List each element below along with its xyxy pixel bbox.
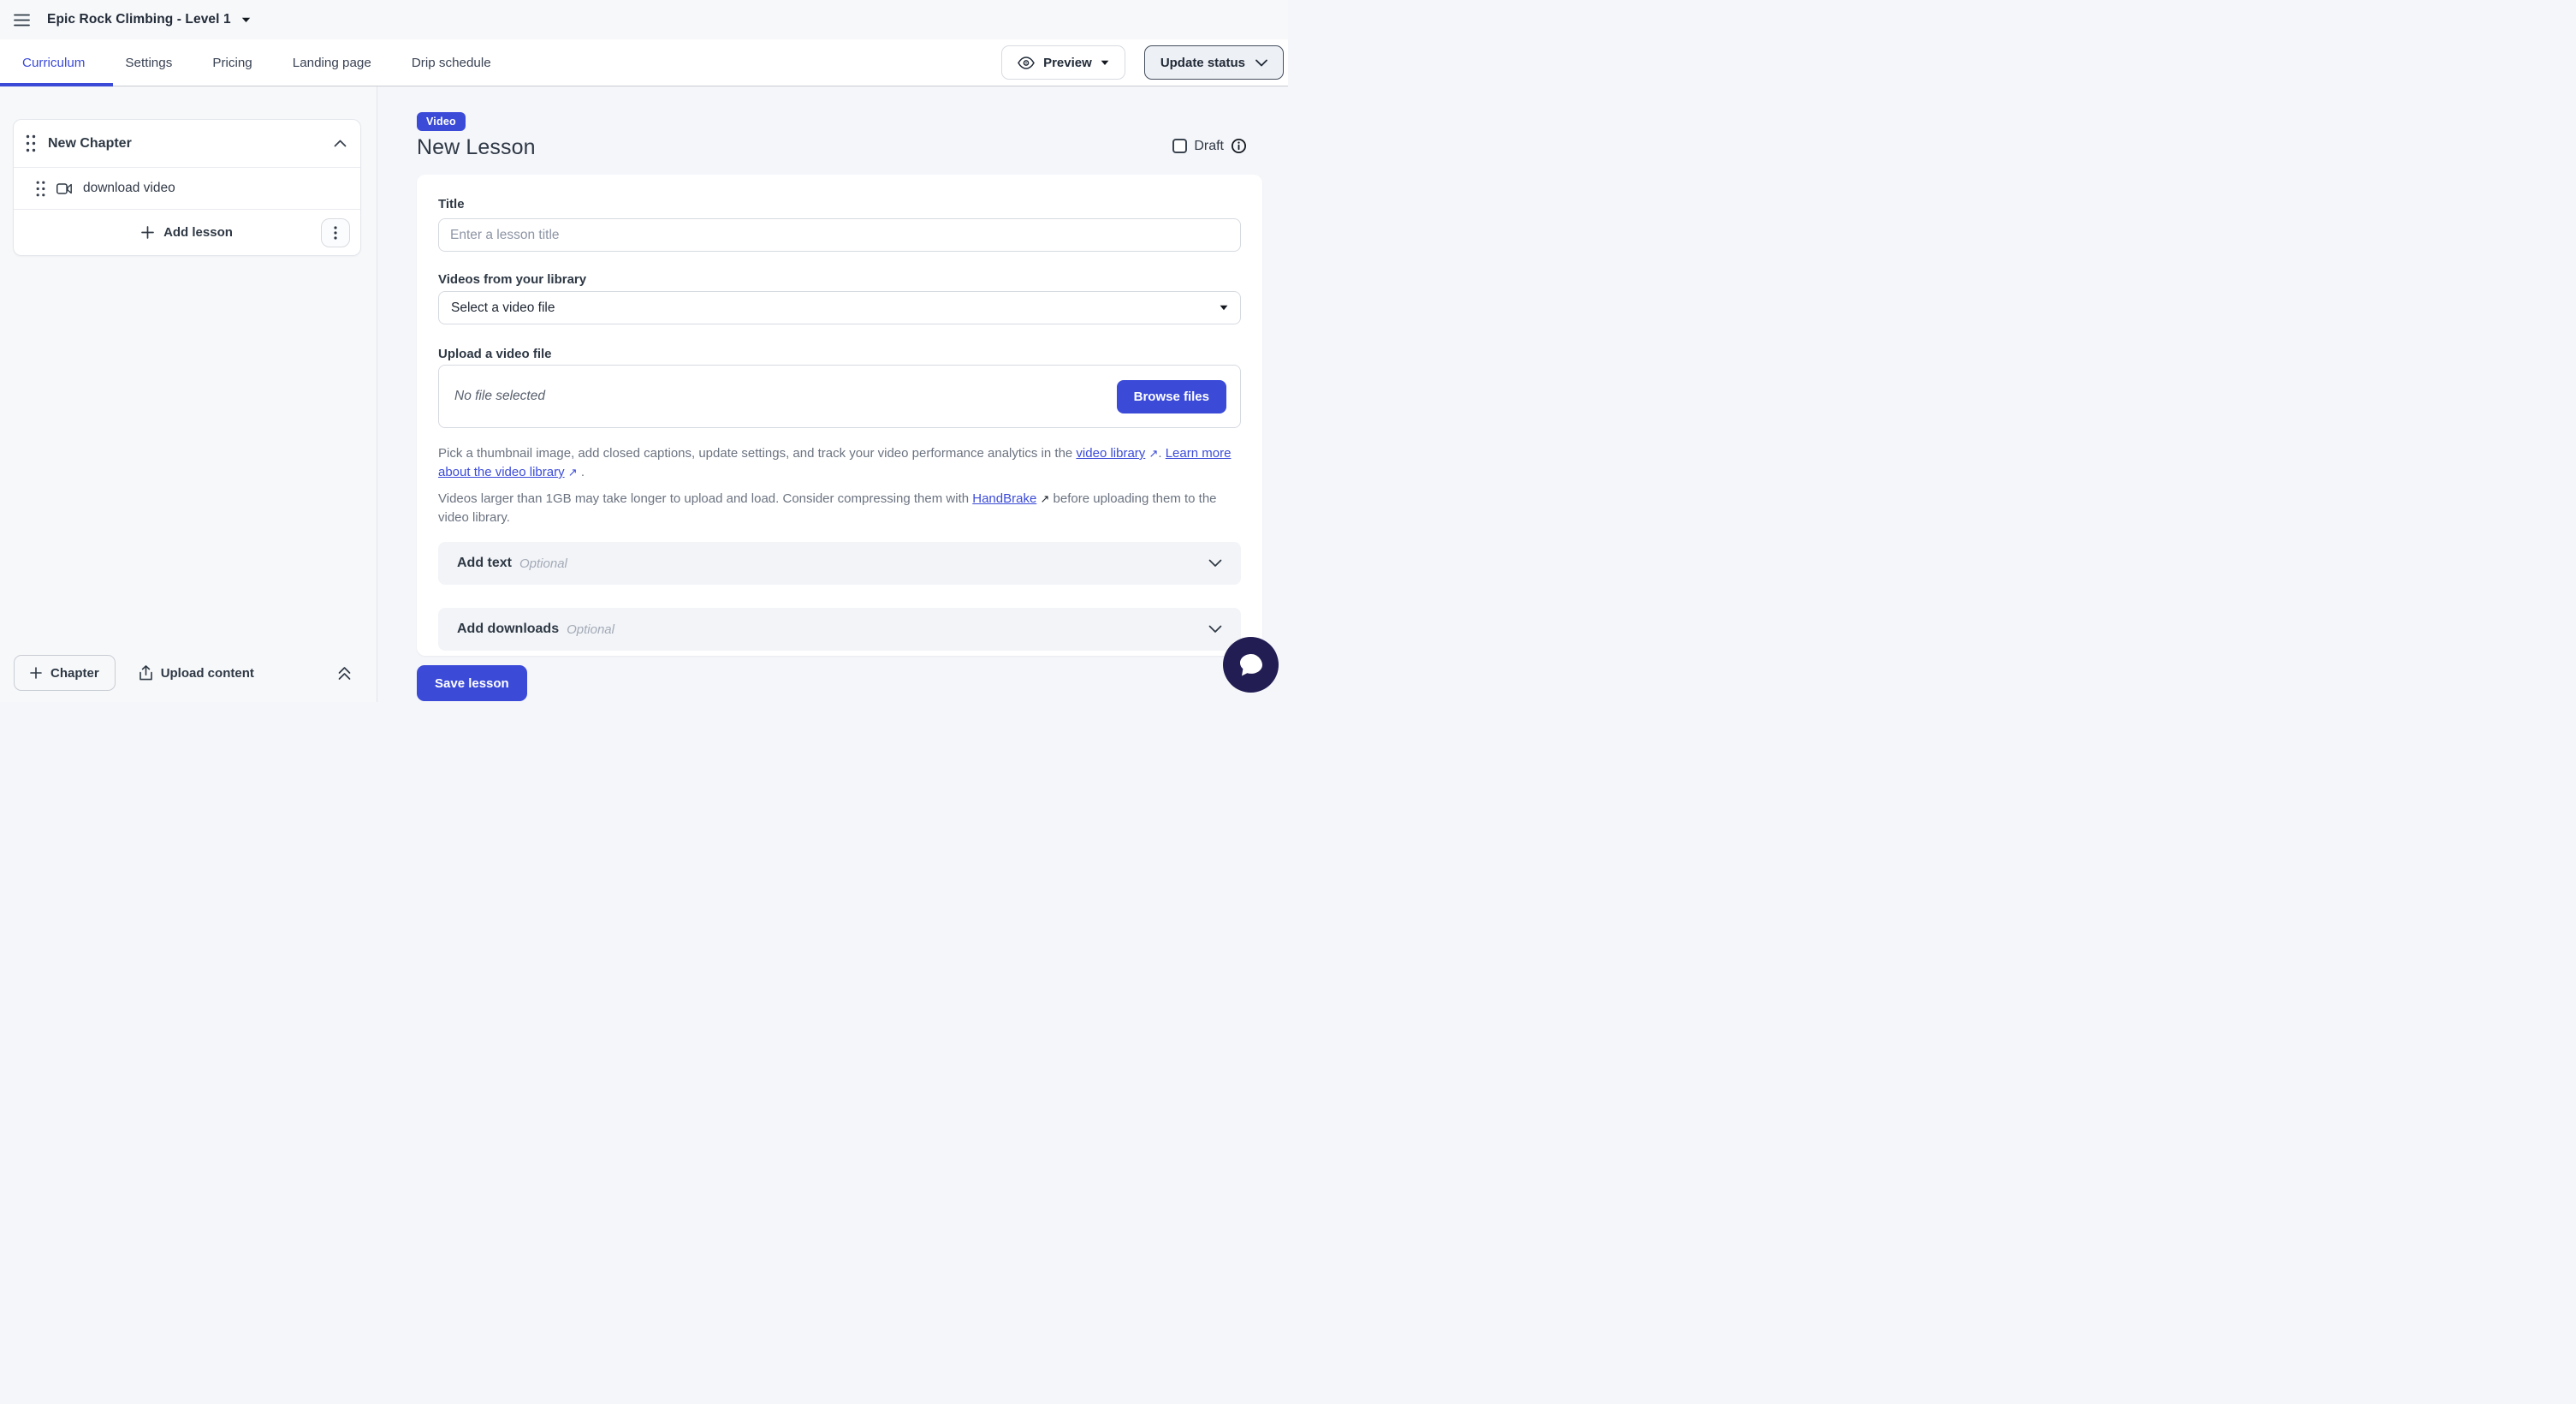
chapter-menu-button[interactable] bbox=[321, 218, 350, 247]
sidebar-footer: Chapter Upload content bbox=[0, 655, 377, 691]
course-switcher[interactable]: Epic Rock Climbing - Level 1 bbox=[47, 12, 251, 27]
chapter-drag-handle[interactable] bbox=[26, 134, 36, 152]
tab-list: Curriculum Settings Pricing Landing page… bbox=[0, 39, 491, 86]
tab-landing-page[interactable]: Landing page bbox=[293, 39, 371, 86]
help-text-segment: . bbox=[578, 465, 585, 479]
tab-settings[interactable]: Settings bbox=[125, 39, 172, 86]
external-link-arrow-icon: ↗ bbox=[568, 463, 578, 482]
course-title: Epic Rock Climbing - Level 1 bbox=[47, 12, 231, 27]
hamburger-icon bbox=[14, 14, 30, 27]
add-downloads-optional-tag: Optional bbox=[567, 622, 614, 637]
handbrake-link[interactable]: HandBrake bbox=[972, 491, 1036, 506]
add-downloads-label: Add downloads bbox=[457, 622, 559, 637]
chevron-down-icon bbox=[1208, 559, 1222, 568]
plus-icon bbox=[141, 226, 154, 239]
collapse-all-button[interactable] bbox=[337, 665, 352, 681]
caret-down-icon bbox=[241, 17, 251, 23]
video-library-label: Videos from your library bbox=[438, 272, 1241, 287]
plus-icon bbox=[30, 667, 42, 679]
kebab-icon bbox=[334, 226, 337, 240]
page-title: New Lesson bbox=[417, 135, 1262, 160]
add-text-optional-tag: Optional bbox=[519, 556, 567, 571]
tab-drip-schedule[interactable]: Drip schedule bbox=[412, 39, 491, 86]
compression-help-text: Videos larger than 1GB may take longer t… bbox=[438, 490, 1241, 527]
help-text-segment: Videos larger than 1GB may take longer t… bbox=[438, 491, 972, 506]
video-library-select[interactable]: Select a video file bbox=[438, 291, 1241, 324]
chapter-header[interactable]: New Chapter bbox=[14, 120, 360, 167]
preview-button[interactable]: Preview bbox=[1001, 45, 1125, 80]
upload-content-button[interactable]: Upload content bbox=[139, 665, 254, 681]
browse-files-button[interactable]: Browse files bbox=[1117, 380, 1226, 413]
add-lesson-row: Add lesson bbox=[14, 210, 360, 255]
eye-icon bbox=[1018, 57, 1035, 69]
video-library-selected-value: Select a video file bbox=[451, 300, 555, 316]
add-chapter-button[interactable]: Chapter bbox=[14, 655, 116, 691]
lesson-item[interactable]: download video bbox=[14, 168, 360, 209]
tab-curriculum[interactable]: Curriculum bbox=[22, 39, 85, 86]
add-chapter-label: Chapter bbox=[50, 666, 99, 681]
draft-checkbox[interactable] bbox=[1172, 139, 1187, 153]
topbar: Epic Rock Climbing - Level 1 bbox=[0, 0, 1288, 39]
save-row: Save lesson bbox=[417, 665, 1262, 701]
lesson-form-card: Title Videos from your library Select a … bbox=[417, 175, 1262, 656]
double-chevron-up-icon bbox=[337, 665, 352, 681]
app-root: Epic Rock Climbing - Level 1 Curriculum … bbox=[0, 0, 1288, 702]
chat-widget-button[interactable] bbox=[1223, 637, 1279, 693]
hamburger-menu-button[interactable] bbox=[14, 14, 30, 27]
lesson-item-title: download video bbox=[83, 181, 175, 196]
external-link-arrow-icon: ↗ bbox=[1040, 490, 1049, 509]
help-text-segment: Pick a thumbnail image, add closed capti… bbox=[438, 446, 1076, 461]
chevron-down-icon bbox=[1208, 625, 1222, 634]
add-lesson-label: Add lesson bbox=[163, 225, 233, 240]
no-file-text: No file selected bbox=[454, 389, 545, 404]
draft-label: Draft bbox=[1194, 139, 1224, 154]
update-status-button[interactable]: Update status bbox=[1144, 45, 1284, 80]
add-lesson-button[interactable]: Add lesson bbox=[141, 225, 233, 240]
video-lesson-icon bbox=[56, 183, 72, 194]
preview-button-label: Preview bbox=[1043, 56, 1092, 70]
chat-bubble-icon bbox=[1238, 652, 1265, 678]
chevron-up-icon bbox=[334, 140, 347, 147]
curriculum-sidebar: New Chapter download video bbox=[0, 86, 377, 702]
chapter-card: New Chapter download video bbox=[13, 119, 361, 256]
header-actions: Preview Update status bbox=[1001, 45, 1284, 80]
tabbar: Curriculum Settings Pricing Landing page… bbox=[0, 39, 1288, 86]
chapter-collapse-button[interactable] bbox=[334, 140, 347, 147]
upload-icon bbox=[139, 665, 153, 681]
add-text-accordion[interactable]: Add text Optional bbox=[438, 542, 1241, 585]
draft-toggle[interactable]: Draft bbox=[1172, 138, 1247, 154]
lesson-drag-handle[interactable] bbox=[36, 181, 45, 197]
chevron-down-icon bbox=[1255, 59, 1267, 67]
lesson-title-input[interactable] bbox=[438, 218, 1241, 252]
video-library-link[interactable]: video library bbox=[1076, 446, 1145, 461]
caret-down-icon bbox=[1101, 60, 1109, 66]
upload-video-label: Upload a video file bbox=[438, 347, 1241, 361]
save-lesson-button[interactable]: Save lesson bbox=[417, 665, 527, 701]
tab-pricing[interactable]: Pricing bbox=[212, 39, 252, 86]
title-label: Title bbox=[438, 197, 1241, 211]
info-icon[interactable] bbox=[1231, 138, 1247, 154]
chapter-title: New Chapter bbox=[48, 136, 322, 152]
lesson-type-badge: Video bbox=[417, 112, 466, 131]
lesson-header: Video New Lesson Draft bbox=[417, 112, 1262, 160]
external-link-arrow-icon: ↗ bbox=[1149, 444, 1158, 463]
video-upload-dropzone[interactable]: No file selected Browse files bbox=[438, 365, 1241, 428]
help-text-segment: . bbox=[1158, 446, 1165, 461]
add-text-label: Add text bbox=[457, 556, 512, 571]
select-caret-icon bbox=[1220, 305, 1228, 311]
update-status-label: Update status bbox=[1160, 56, 1245, 70]
add-downloads-accordion[interactable]: Add downloads Optional bbox=[438, 608, 1241, 651]
upload-content-label: Upload content bbox=[161, 666, 254, 681]
lesson-editor: Video New Lesson Draft Title Videos from… bbox=[377, 86, 1288, 702]
video-library-help-text: Pick a thumbnail image, add closed capti… bbox=[438, 444, 1241, 482]
workspace: New Chapter download video bbox=[0, 86, 1288, 702]
